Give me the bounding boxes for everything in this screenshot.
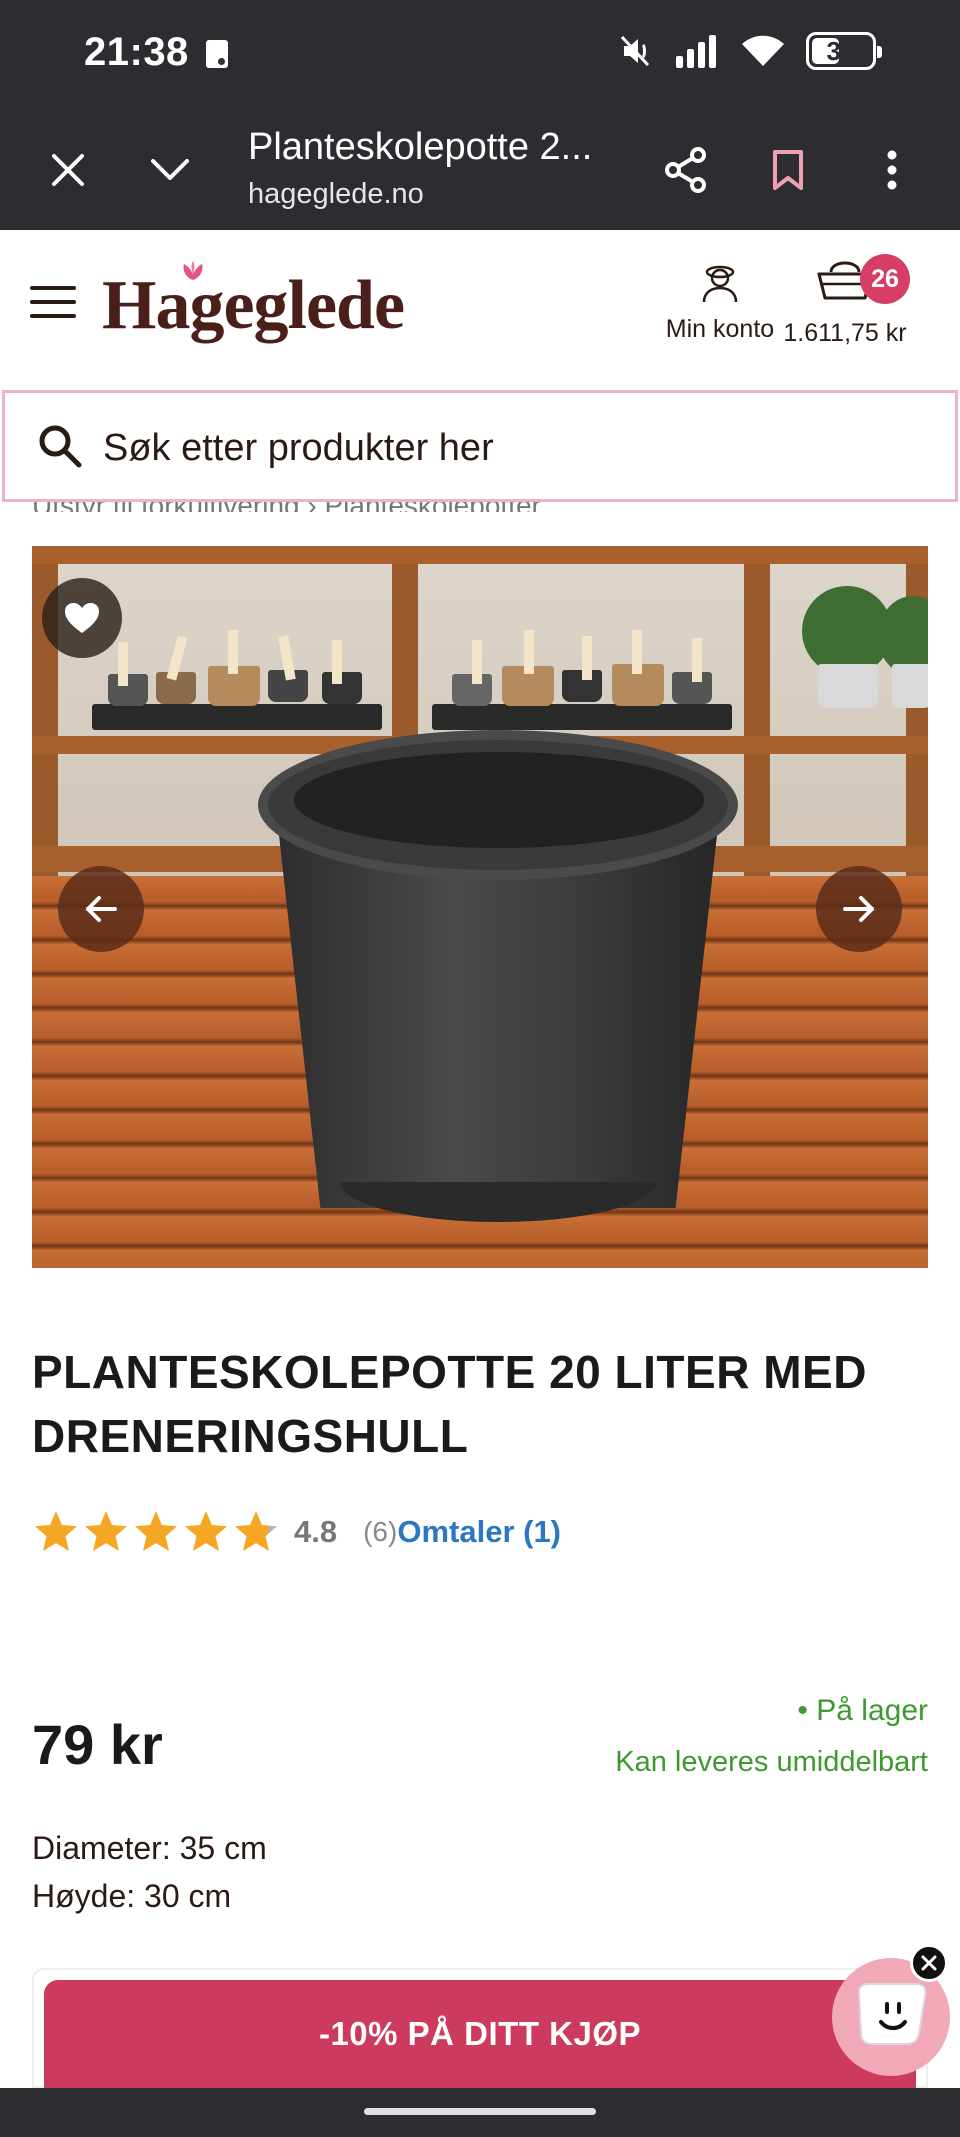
close-icon	[52, 154, 84, 186]
star-icon	[35, 1511, 77, 1551]
browser-toolbar: Planteskolepotte 2... hageglede.no	[0, 108, 960, 230]
battery-level: 32	[826, 35, 856, 66]
status-icons: 32	[618, 32, 882, 70]
page-url[interactable]: hageglede.no	[248, 178, 424, 211]
account-button[interactable]: Min konto	[640, 260, 800, 344]
arrow-right-icon	[843, 896, 874, 922]
next-image-button[interactable]	[816, 866, 902, 952]
spec-diameter: Diameter: 35 cm	[32, 1830, 267, 1866]
flower-logo-icon	[183, 261, 203, 280]
delivery-info: Kan leveres umiddelbart	[615, 1746, 928, 1778]
signal-icon	[676, 35, 716, 68]
wifi-icon	[742, 35, 784, 66]
product-price: 79 kr	[32, 1713, 163, 1776]
reviews-link[interactable]: Omtaler (1)	[397, 1514, 561, 1550]
share-button[interactable]	[654, 138, 718, 202]
product-title: PLANTESKOLEPOTTE 20 LITER MED DRENERINGS…	[32, 1346, 867, 1462]
star-icon	[185, 1511, 227, 1551]
rating-row: 4.8 (6) Omtaler (1)	[32, 1506, 561, 1558]
chat-face-icon	[857, 1983, 927, 2045]
star-icon	[235, 1511, 277, 1551]
sim-card-icon	[206, 40, 228, 68]
star-icon	[135, 1511, 177, 1551]
search-input[interactable]: Søk etter produkter her	[2, 390, 958, 502]
logo[interactable]: Hageglede	[102, 266, 405, 346]
minimize-button[interactable]	[138, 138, 202, 202]
stock-status: • På lager Kan leveres umiddelbart	[615, 1694, 928, 1779]
spec-height: Høyde: 30 cm	[32, 1878, 232, 1914]
more-menu-button[interactable]	[860, 138, 924, 202]
menu-icon[interactable]	[30, 286, 76, 326]
home-indicator[interactable]	[364, 2108, 596, 2115]
search-icon	[39, 425, 82, 468]
favorite-button[interactable]	[42, 578, 122, 658]
heart-icon	[65, 603, 99, 633]
chevron-down-icon	[151, 159, 189, 180]
close-tab-button[interactable]	[36, 138, 100, 202]
site-header: Hageglede Min konto 26 1.611,75 kr	[0, 230, 960, 388]
star-icon	[85, 1511, 127, 1551]
close-icon	[921, 1955, 937, 1971]
share-icon	[665, 147, 706, 193]
bookmark-button[interactable]	[756, 138, 820, 202]
product-image[interactable]	[32, 546, 928, 1268]
rating-value: 4.8	[294, 1514, 338, 1549]
mute-icon	[620, 35, 650, 67]
cart-button[interactable]: 26 1.611,75 kr	[780, 254, 910, 348]
status-bar: 21:38 32	[0, 0, 960, 108]
arrow-left-icon	[86, 896, 117, 922]
status-time: 21:38	[84, 30, 189, 74]
more-vertical-icon	[887, 150, 897, 190]
bookmark-icon	[773, 150, 803, 190]
discount-button[interactable]: -10% PÅ DITT KJØP	[44, 1980, 916, 2088]
battery-icon: 32	[806, 32, 882, 70]
rating-count: (6)	[363, 1516, 398, 1547]
user-icon	[702, 265, 738, 303]
page-title: Planteskolepotte 2...	[248, 126, 593, 168]
previous-image-button[interactable]	[58, 866, 144, 952]
search-placeholder: Søk etter produkter her	[103, 427, 494, 469]
close-chat-button[interactable]	[910, 1944, 948, 1982]
star-rating	[32, 1509, 280, 1555]
cart-count-badge: 26	[860, 254, 910, 304]
cart-total: 1.611,75 kr	[783, 319, 907, 347]
stock-status-label: • På lager	[797, 1694, 928, 1727]
account-label: Min konto	[665, 315, 775, 343]
